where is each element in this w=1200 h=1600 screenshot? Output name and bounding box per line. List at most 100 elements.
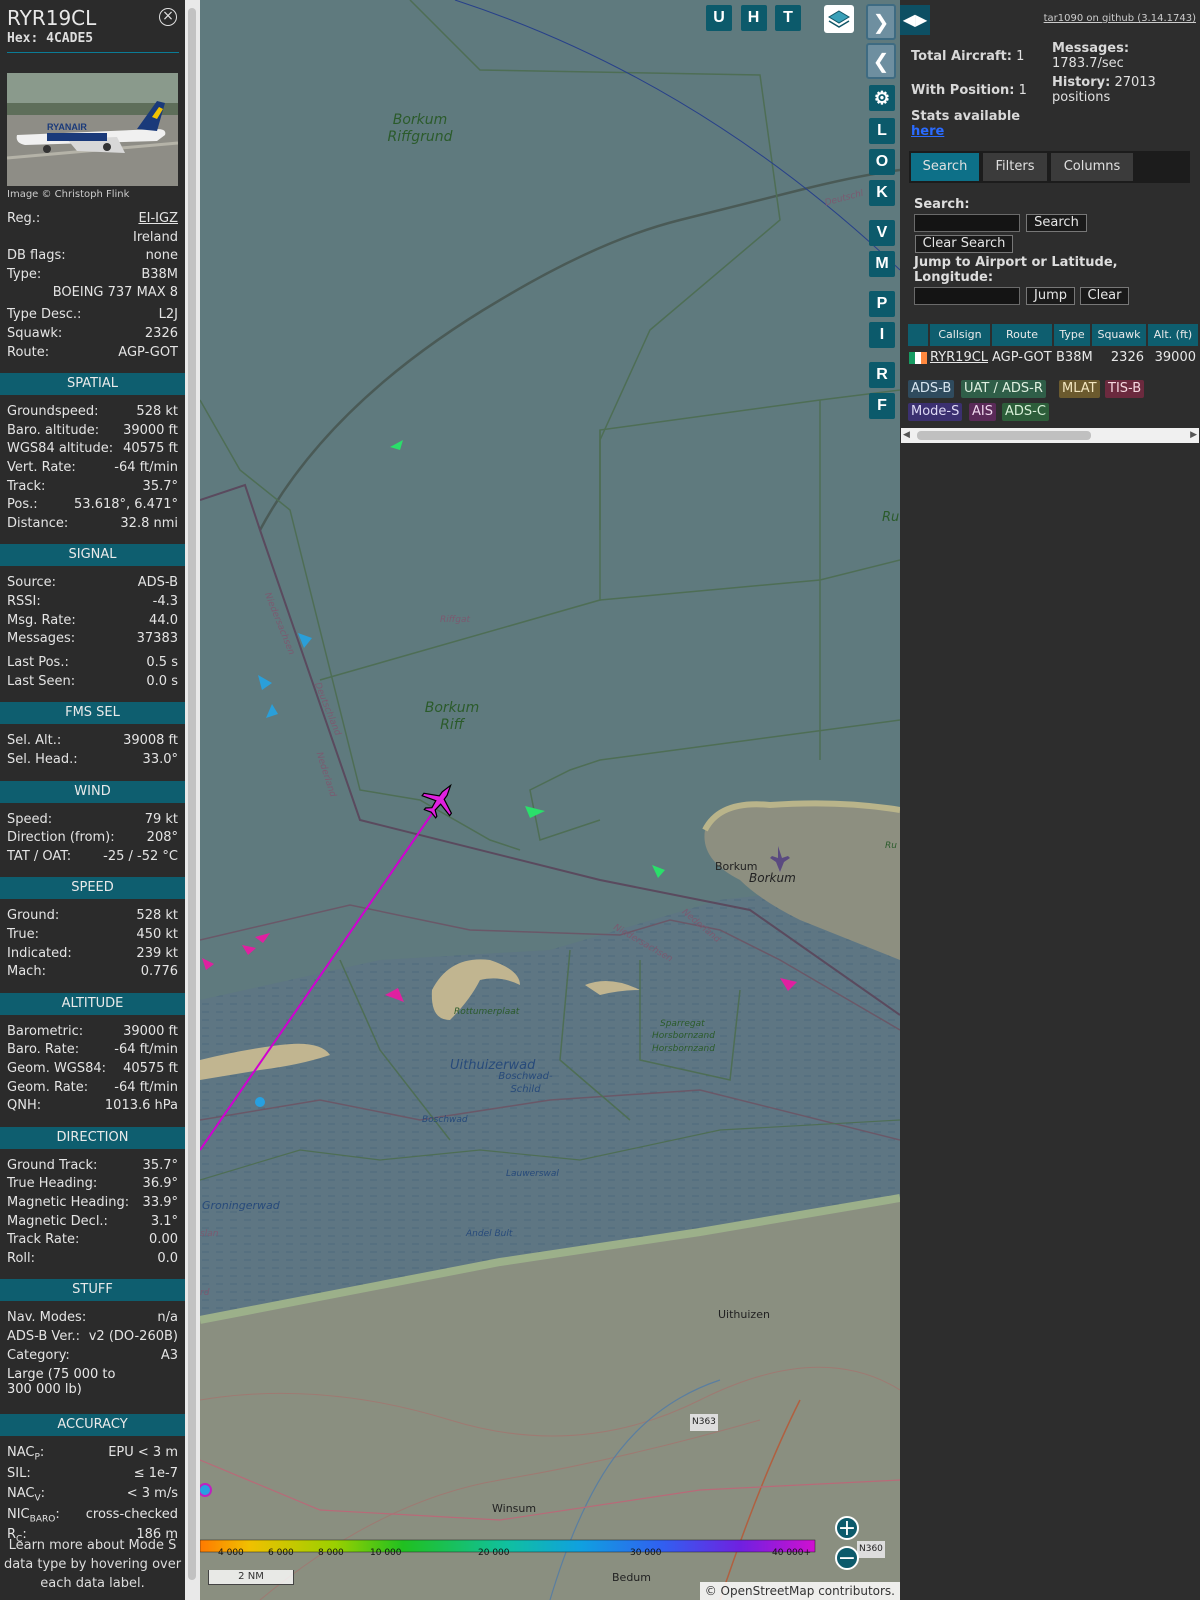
source-chip-mode-s[interactable]: Mode-S xyxy=(908,403,963,421)
scroll-right-icon[interactable]: ▶ xyxy=(1190,430,1197,440)
layers-button[interactable] xyxy=(824,5,854,33)
osm-link[interactable]: OpenStreetMap xyxy=(721,1584,815,1598)
map-label: Rottumerplaat xyxy=(454,1007,520,1017)
tab-filters[interactable]: Filters xyxy=(983,153,1047,181)
search-button[interactable]: Search xyxy=(1026,214,1087,232)
messages-label: Messages: xyxy=(1052,41,1130,56)
nav-forward-button[interactable]: ❯ xyxy=(866,4,896,40)
map-button-f[interactable]: F xyxy=(869,393,895,419)
map-button-h[interactable]: H xyxy=(740,5,767,31)
map-button-k[interactable]: K xyxy=(869,180,895,206)
info-row-value[interactable]: EI-IGZ xyxy=(138,211,178,226)
clear-search-button[interactable]: Clear Search xyxy=(915,235,1013,253)
map-button-t[interactable]: T xyxy=(775,5,801,31)
colon: : xyxy=(39,1445,45,1461)
info-row: TAT / OAT: -25 / -52 °C xyxy=(7,849,178,867)
table-horizontal-scrollbar[interactable]: ◀ ▶ xyxy=(901,428,1199,443)
source-chip-tis-b[interactable]: TIS-B xyxy=(1105,380,1145,398)
tab-search[interactable]: Search xyxy=(911,153,979,181)
map[interactable]: Borkum Riffgrund Borkum Riff Borkum Bork… xyxy=(200,0,900,1600)
section-header: SPEED xyxy=(0,877,185,900)
table-header-type[interactable]: Type xyxy=(1054,324,1090,346)
info-row-label: True: xyxy=(7,927,39,942)
info-row-label: Geom. WGS84: xyxy=(7,1061,106,1076)
scrollbar-thumb[interactable] xyxy=(917,431,1091,440)
map-button-v[interactable]: V xyxy=(869,220,895,246)
jump-button[interactable]: Jump xyxy=(1026,287,1075,305)
info-row-label-text: True: xyxy=(7,927,39,942)
info-row-label: Reg.: xyxy=(7,211,40,226)
photo-credit: Image © Christoph Flink xyxy=(7,189,130,200)
info-row: Ground: 528 kt xyxy=(7,908,178,926)
row-callsign[interactable]: RYR19CL xyxy=(930,349,988,367)
aircraft-photo[interactable]: RYANAIR xyxy=(7,73,178,186)
search-label: Search: xyxy=(914,197,970,212)
info-scrollbar-thumb[interactable] xyxy=(188,8,196,1580)
map-attribution: © OpenStreetMap contributors. xyxy=(699,1582,900,1600)
info-row-value: 37383 xyxy=(136,631,178,647)
clear-button[interactable]: Clear xyxy=(1080,287,1129,305)
section-header: SIGNAL xyxy=(0,544,185,567)
search-input[interactable] xyxy=(914,214,1020,232)
section-header: WIND xyxy=(0,780,185,803)
nav-back-button[interactable]: ❮ xyxy=(866,43,896,79)
zoom-in-button[interactable]: + xyxy=(835,1516,859,1540)
source-chip-ads-b[interactable]: ADS-B xyxy=(908,380,955,398)
github-link[interactable]: tar1090 on github (3.14.1743) xyxy=(1044,13,1196,24)
map-button-r[interactable]: R xyxy=(869,362,895,388)
info-row-label: Magnetic Decl.: xyxy=(7,1214,108,1229)
info-row-label: Baro. altitude: xyxy=(7,423,99,438)
map-button-u[interactable]: U xyxy=(706,5,732,31)
info-row: Direction (from): 208° xyxy=(7,830,178,848)
section-header: ALTITUDE xyxy=(0,992,185,1015)
map-button-p[interactable]: P xyxy=(869,291,895,317)
stats-link[interactable]: here xyxy=(911,124,944,139)
info-row-label: NACV: xyxy=(7,1486,45,1504)
table-header-callsign[interactable]: Callsign xyxy=(930,324,990,346)
table-header-squawk[interactable]: Squawk xyxy=(1092,324,1146,346)
info-row: Indicated: 239 kt xyxy=(7,946,178,964)
info-row-label: Geom. Rate: xyxy=(7,1080,88,1095)
info-row: Geom. WGS84: 40575 ft xyxy=(7,1061,178,1079)
map-label: Ru xyxy=(882,510,900,525)
info-row-value: 35.7° xyxy=(142,1157,178,1173)
map-button-o[interactable]: O xyxy=(869,149,895,175)
close-icon[interactable]: × xyxy=(159,8,177,26)
map-label: Uithuizen xyxy=(718,1308,770,1321)
zoom-out-button[interactable]: − xyxy=(835,1546,859,1570)
info-row: Magnetic Heading: 33.9° xyxy=(7,1195,178,1213)
info-row-label-text: RSSI: xyxy=(7,594,41,609)
info-row-value: 40575 ft xyxy=(123,441,178,457)
toggle-sidebar-button[interactable]: ◀▶ xyxy=(900,5,930,35)
table-header-altitude[interactable]: Alt. (ft) xyxy=(1148,324,1198,346)
info-row: DB flags: none xyxy=(7,248,178,266)
info-row-label: RSSI: xyxy=(7,594,41,609)
panel-tabs: Search Filters Columns xyxy=(909,151,1190,183)
source-chip-ads-c[interactable]: ADS-C xyxy=(1002,403,1049,421)
info-row-label-text: Magnetic Heading: xyxy=(7,1195,130,1210)
info-row-label: Indicated: xyxy=(7,946,72,961)
map-button-l[interactable]: L xyxy=(869,118,895,144)
info-row-label-text: Sel. Alt.: xyxy=(7,733,62,749)
map-button-m[interactable]: M xyxy=(869,251,895,277)
info-row: Type Desc.: L2J xyxy=(7,307,178,325)
info-row: Sel. Alt.: 39008 ft xyxy=(7,733,178,751)
map-button-i[interactable]: I xyxy=(869,322,895,348)
table-header-route[interactable]: Route xyxy=(992,324,1052,346)
info-row-label-text: Last Pos.: xyxy=(7,655,69,671)
source-chip-ais[interactable]: AIS xyxy=(969,403,996,421)
info-row: Geom. Rate: -64 ft/min xyxy=(7,1080,178,1098)
source-chip-mlat[interactable]: MLAT xyxy=(1059,380,1100,398)
stats-label: Stats available xyxy=(911,109,1021,124)
info-row: Track Rate: 0.00 xyxy=(7,1232,178,1250)
info-row-label-text: Category: xyxy=(7,1347,70,1363)
tab-columns[interactable]: Columns xyxy=(1051,153,1133,181)
info-row-label: Messages: xyxy=(7,631,75,646)
gear-icon[interactable]: ⚙ xyxy=(869,85,895,111)
jump-input[interactable] xyxy=(914,287,1020,305)
scroll-left-icon[interactable]: ◀ xyxy=(903,430,910,440)
info-row-label-text: Reg.: xyxy=(7,211,41,226)
info-row-label-text: Mach: xyxy=(7,964,46,980)
ireland-flag-icon xyxy=(909,352,927,364)
source-chip-uat-ads-r[interactable]: UAT / ADS-R xyxy=(961,380,1046,398)
